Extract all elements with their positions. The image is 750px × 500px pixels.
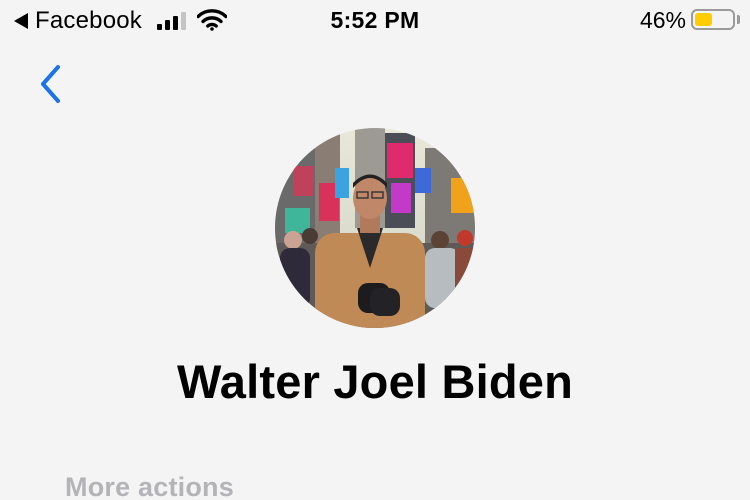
- profile-name: Walter Joel Biden: [176, 355, 573, 408]
- battery-percent: 46%: [639, 7, 686, 33]
- profile-screen: Facebook 5:52 PM 46% Walter Joel Biden M…: [0, 0, 750, 500]
- more-actions-header: More actions: [65, 472, 234, 500]
- battery-cap: [737, 15, 740, 24]
- avatar-photo: [275, 128, 475, 328]
- battery-fill: [695, 13, 712, 26]
- profile-avatar[interactable]: [275, 128, 475, 328]
- back-button[interactable]: [30, 60, 70, 108]
- battery-icon: [691, 9, 735, 30]
- chevron-left-icon: [41, 65, 60, 103]
- status-bar: Facebook 5:52 PM 46%: [0, 0, 750, 42]
- status-time: 5:52 PM: [330, 7, 420, 33]
